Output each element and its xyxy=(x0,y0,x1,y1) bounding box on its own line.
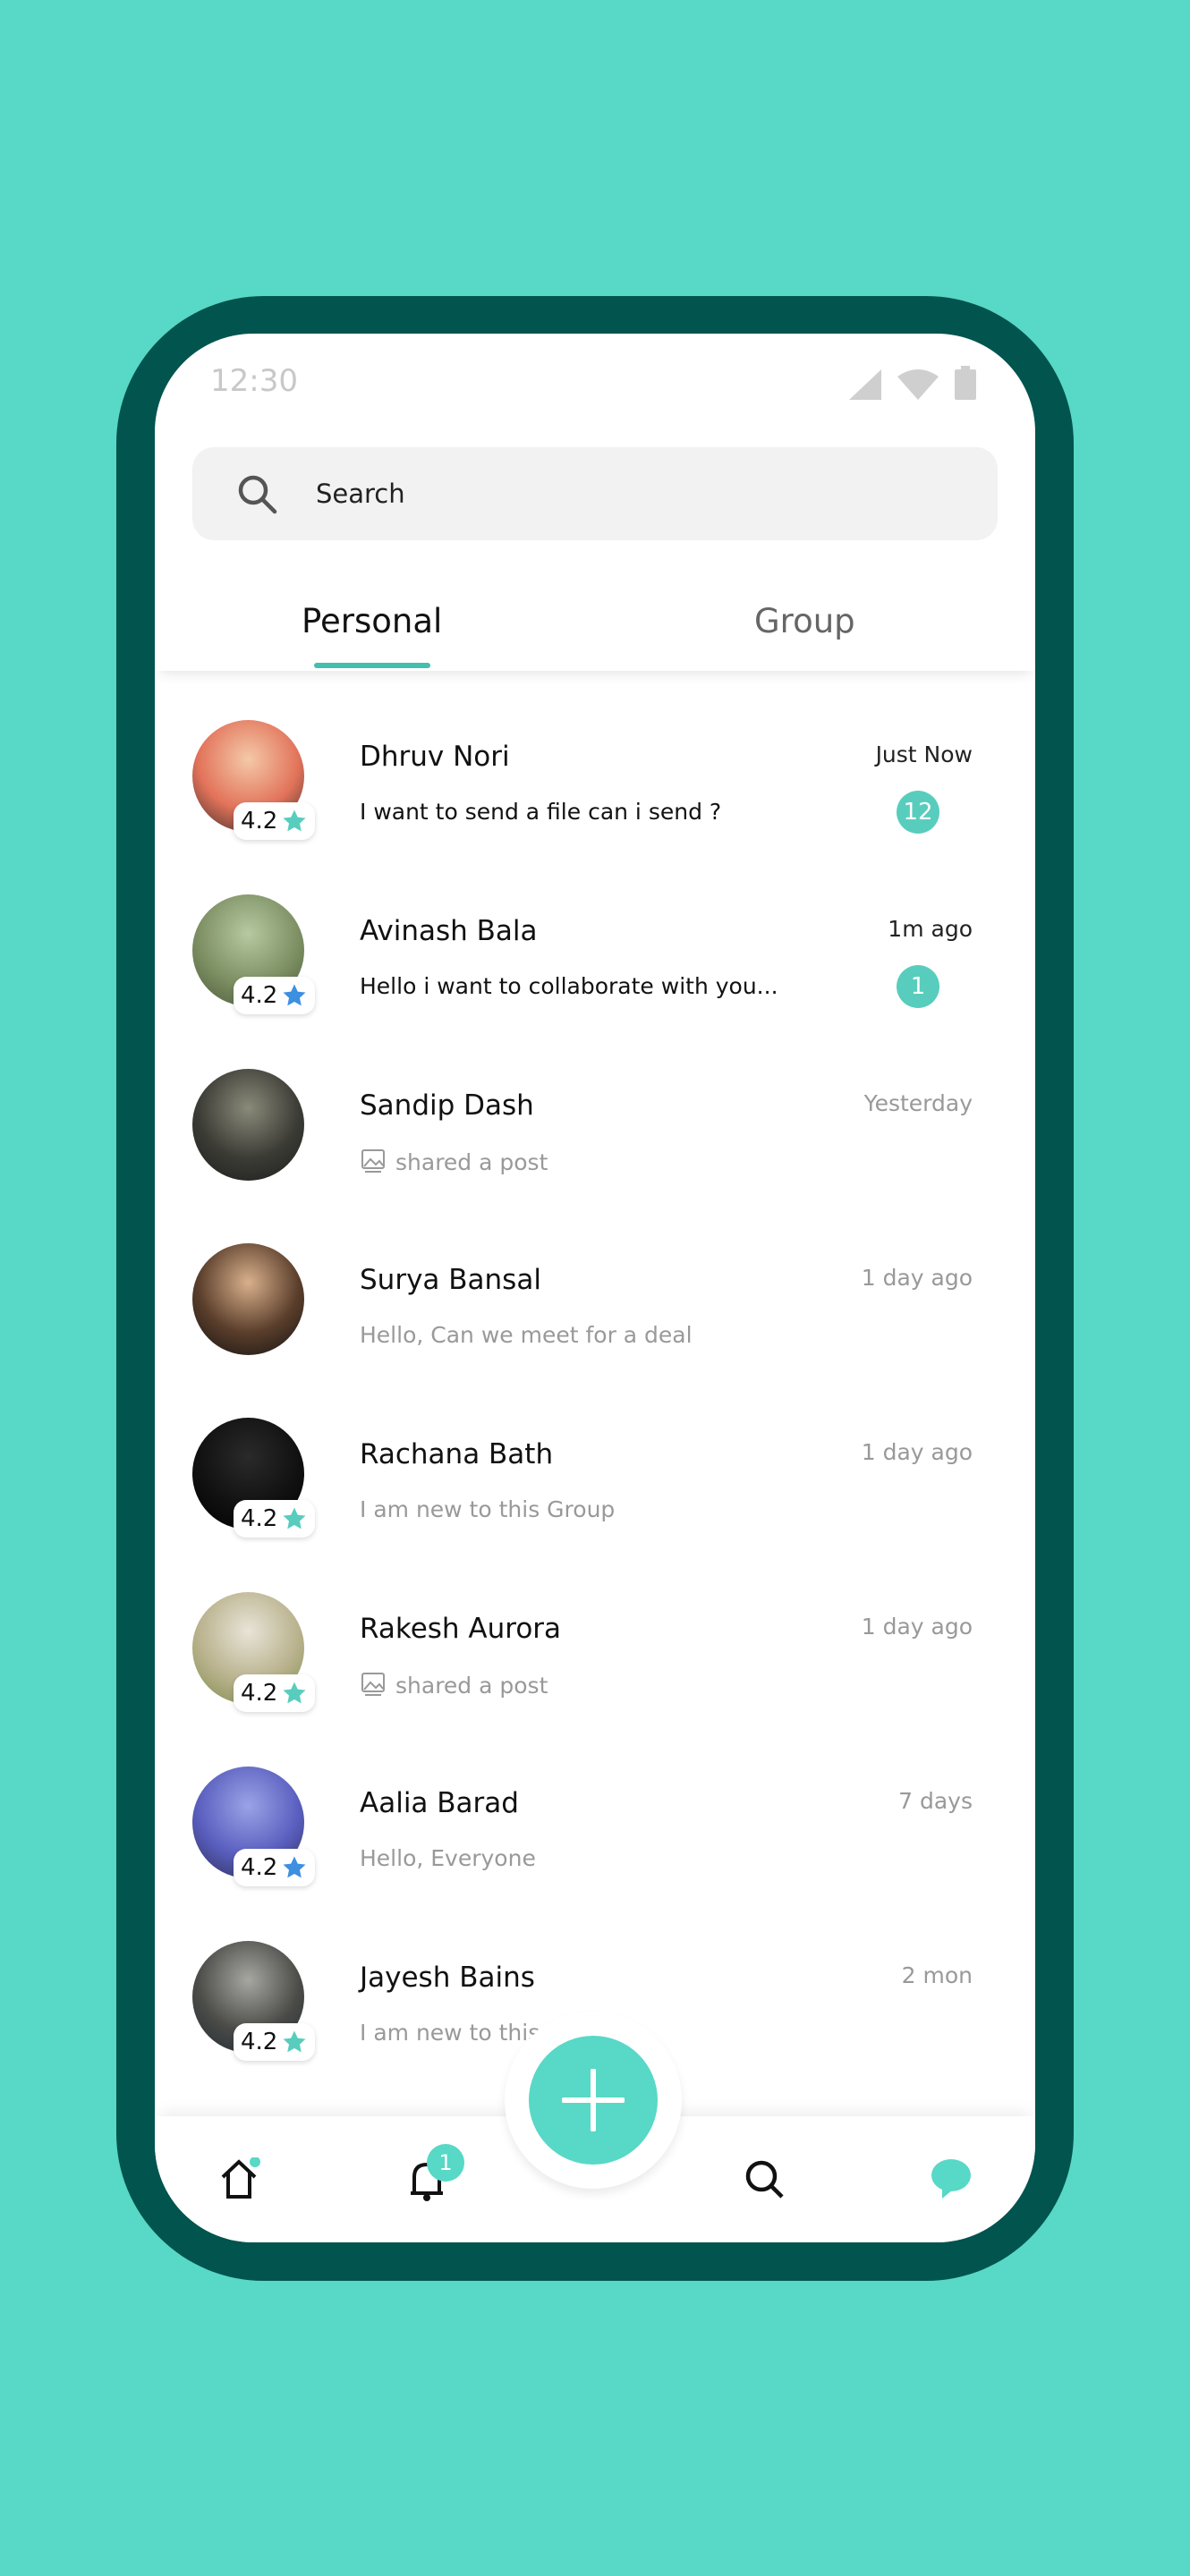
star-icon xyxy=(283,1856,306,1878)
avatar xyxy=(192,1243,304,1355)
notification-badge: 1 xyxy=(427,2144,464,2182)
rating-badge: 4.2 xyxy=(234,1849,316,1886)
star-icon xyxy=(283,984,306,1006)
message-text: I am new to this Group xyxy=(360,1496,616,1522)
chat-list-item[interactable]: 4.2 Avinash Bala Hello i want to collabora… xyxy=(155,866,1035,1040)
search-nav-icon[interactable] xyxy=(743,2157,786,2200)
rating-value: 4.2 xyxy=(241,2029,278,2055)
message-text: shared a post xyxy=(395,1148,548,1175)
contact-name: Aalia Barad xyxy=(360,1787,519,1819)
message-time: Just Now xyxy=(875,741,973,767)
new-chat-button[interactable] xyxy=(529,2036,658,2165)
rating-badge: 4.2 xyxy=(234,1674,316,1712)
contact-name: Sandip Dash xyxy=(360,1089,534,1122)
chat-list-item[interactable]: Sandip Dash shared a post Yesterday xyxy=(155,1040,1035,1215)
message-preview: Hello, Everyone xyxy=(360,1845,536,1871)
message-preview: shared a post xyxy=(360,1148,548,1176)
chat-list-item[interactable]: Surya Bansal Hello, Can we meet for a dea… xyxy=(155,1215,1035,1389)
contact-name: Surya Bansal xyxy=(360,1264,541,1296)
message-time: 7 days xyxy=(898,1788,973,1814)
message-preview: I am new to this Group xyxy=(360,1496,615,1522)
contact-name: Rachana Bath xyxy=(360,1438,554,1470)
star-icon xyxy=(283,1507,306,1530)
message-preview: shared a post xyxy=(360,1671,548,1699)
rating-badge: 4.2 xyxy=(234,2023,316,2061)
tab-group[interactable]: Group xyxy=(754,602,855,640)
contact-name: Dhruv Nori xyxy=(360,741,510,773)
phone-screen: 12:30 Search Personal Group 4.2 Dhruv Nor… xyxy=(155,334,1035,2242)
image-icon xyxy=(361,1673,385,1696)
message-time: 1 day ago xyxy=(861,1265,973,1291)
message-time: 1 day ago xyxy=(861,1439,973,1465)
contact-name: Jayesh Bains xyxy=(360,1962,535,1994)
image-icon xyxy=(361,1149,385,1173)
contact-name: Rakesh Aurora xyxy=(360,1613,562,1645)
chat-list-item[interactable]: 4.2 Rakesh Aurora shared a post 1 day ago xyxy=(155,1563,1035,1738)
message-text: Hello, Can we meet for a deal xyxy=(360,1322,693,1348)
message-preview: I want to send a file can i send ? xyxy=(360,799,721,825)
message-text: Hello, Everyone xyxy=(360,1845,536,1871)
message-time: 2 mon xyxy=(901,1962,973,1988)
rating-badge: 4.2 xyxy=(234,802,316,840)
message-text: I want to send a file can i send ? xyxy=(360,799,722,825)
message-preview: Hello i want to collaborate with you... xyxy=(360,973,778,999)
message-time: Yesterday xyxy=(863,1090,973,1116)
message-time: 1 day ago xyxy=(861,1614,973,1640)
star-icon xyxy=(283,2030,306,2053)
avatar xyxy=(192,1069,304,1181)
star-icon xyxy=(283,809,306,832)
rating-badge: 4.2 xyxy=(234,1500,316,1538)
search-placeholder: Search xyxy=(316,479,405,509)
home-icon[interactable] xyxy=(217,2157,260,2200)
contact-name: Avinash Bala xyxy=(360,915,538,947)
chat-list: 4.2 Dhruv Nori I want to send a file can i… xyxy=(155,691,1035,2087)
tab-personal[interactable]: Personal xyxy=(302,602,442,640)
search-icon xyxy=(238,475,277,514)
rating-value: 4.2 xyxy=(241,808,278,835)
chat-list-item[interactable]: 4.2 Dhruv Nori I want to send a file can i… xyxy=(155,691,1035,866)
unread-badge: 12 xyxy=(897,791,939,834)
wifi-icon xyxy=(897,369,939,400)
search-input[interactable]: Search xyxy=(192,447,998,540)
message-time: 1m ago xyxy=(888,916,973,942)
message-text: shared a post xyxy=(395,1672,548,1699)
chat-icon[interactable] xyxy=(930,2157,973,2200)
tab-bar: Personal Group xyxy=(155,575,1035,671)
unread-badge: 1 xyxy=(897,965,939,1008)
status-icons xyxy=(849,366,976,400)
chat-list-item[interactable]: 4.2 Rachana Bath I am new to this Group 1 d… xyxy=(155,1389,1035,1563)
rating-value: 4.2 xyxy=(241,982,278,1009)
star-icon xyxy=(283,1682,306,1704)
message-preview: Hello, Can we meet for a deal xyxy=(360,1322,693,1348)
rating-badge: 4.2 xyxy=(234,977,316,1014)
signal-icon xyxy=(849,369,881,400)
active-tab-indicator xyxy=(314,663,430,668)
status-time: 12:30 xyxy=(210,363,298,399)
chat-list-item[interactable]: 4.2 Aalia Barad Hello, Everyone 7 days xyxy=(155,1738,1035,1912)
rating-value: 4.2 xyxy=(241,1680,278,1707)
battery-icon xyxy=(955,366,976,400)
plus-icon xyxy=(562,2069,625,2131)
message-text: Hello i want to collaborate with you... xyxy=(360,973,778,999)
rating-value: 4.2 xyxy=(241,1854,278,1881)
rating-value: 4.2 xyxy=(241,1505,278,1532)
